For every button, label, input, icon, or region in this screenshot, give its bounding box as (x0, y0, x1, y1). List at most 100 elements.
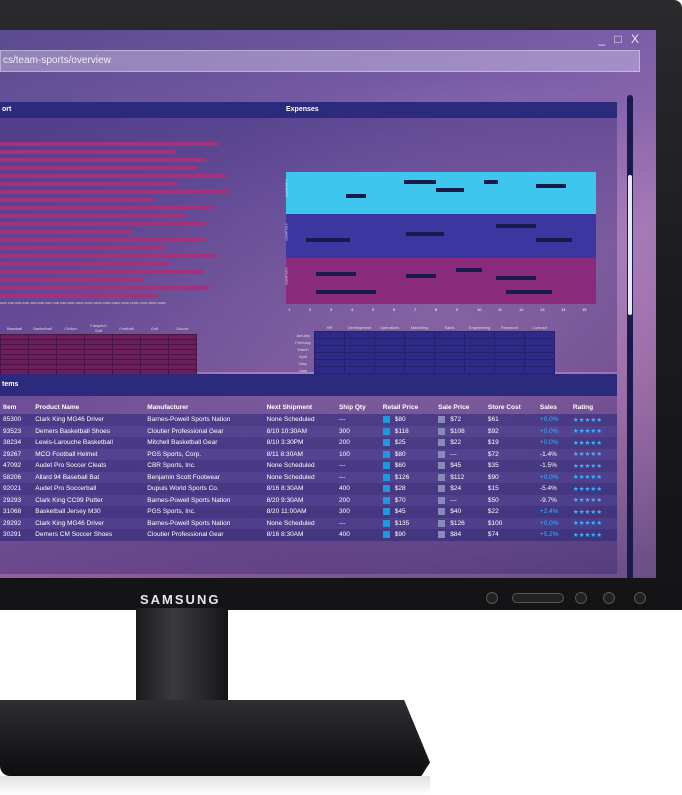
scrollbar-thumb[interactable] (628, 175, 632, 315)
column-header[interactable]: Next Shipment (264, 400, 336, 414)
sales-bar (0, 238, 207, 242)
menu-button[interactable] (486, 592, 498, 604)
quarter-label: QUARTER 1 (284, 267, 289, 285)
table-row[interactable]: 85300 Clark King MG46 Driver Barnes-Powell… (0, 414, 617, 426)
mini-row-label: March (297, 346, 309, 352)
column-header[interactable]: Store Cost (485, 400, 537, 414)
column-header[interactable]: Manufacturer (144, 400, 263, 414)
auto-button[interactable] (603, 592, 615, 604)
sales-bar (0, 278, 144, 282)
sale-swatch (438, 508, 446, 516)
column-header[interactable]: Item (0, 400, 32, 414)
mini-row: May (292, 359, 556, 367)
gantt-bar (404, 180, 436, 184)
rating-stars: ★★★★★ (569, 483, 617, 495)
product-name: Audet Pro Soccerball (32, 483, 145, 495)
retail-price: $80 (379, 448, 436, 460)
sales-bar (0, 294, 159, 298)
product-name: Lewis-Larouche Basketball (32, 437, 145, 449)
column-header[interactable]: Rating (570, 400, 617, 414)
mini-cell (404, 359, 436, 367)
rating-stars: ★★★★★ (569, 506, 617, 518)
sales-change: +0.0% (536, 425, 570, 437)
retail-price: $45 (379, 506, 436, 518)
item-id: 29292 (0, 517, 33, 529)
mini-row-label: February (295, 339, 312, 345)
adjust-rocker[interactable] (512, 593, 564, 603)
address-bar[interactable]: cs/team-sports/overview (0, 50, 640, 72)
sales-panel: ort 0000 1000 2000 3000 4000 5000 6000 7… (0, 102, 272, 375)
sales-change: -5.4% (536, 483, 570, 495)
mini-cell (434, 338, 466, 346)
table-row[interactable]: 29267 MCO Football Helmet PGS Sports, Corp… (0, 448, 617, 460)
column-header[interactable]: Ship Qty (336, 400, 380, 414)
table-row[interactable]: 92021 Audet Pro Soccerball Dupuis World Sp… (0, 483, 617, 495)
power-button[interactable] (634, 592, 646, 604)
sale-swatch (438, 416, 446, 424)
mini-cell (494, 345, 526, 353)
table-row[interactable]: 93523 Demers Basketball Shoes Cloutier Pro… (0, 425, 617, 437)
mini-cell (374, 359, 406, 367)
vertical-scrollbar[interactable] (627, 95, 633, 578)
table-row[interactable]: 58206 Allard 94 Baseball Bat Benjamin Scot… (0, 471, 617, 483)
sale-swatch (438, 427, 446, 435)
gantt-bar (306, 238, 350, 242)
gantt-bar (406, 274, 436, 278)
mini-col-header: Research (500, 325, 519, 330)
mini-cell (404, 338, 436, 346)
gantt-bar (496, 276, 536, 280)
mini-cell (494, 359, 526, 367)
mini-cell (494, 338, 526, 346)
ship-qty: 300 (335, 506, 380, 518)
sales-bar (0, 270, 204, 274)
column-header[interactable]: Sales (537, 400, 570, 414)
mini-cell (314, 366, 346, 374)
rating-stars: ★★★★★ (569, 437, 617, 449)
gantt-axis-number: 5 (372, 307, 375, 312)
mini-cell (314, 352, 346, 360)
mini-row-label: May (299, 360, 307, 366)
manufacturer: Benjamin Scott Footwear (144, 471, 264, 483)
rating-stars: ★★★★★ (569, 529, 617, 541)
items-panel: tems Item Product Name Manufacturer Next Sh… (0, 374, 617, 574)
manufacturer: Barnes-Powell Sports Nation (144, 494, 264, 506)
sales-tick-labels: 0000 1000 2000 3000 4000 5000 6000 7000 … (0, 301, 166, 305)
quarter-label: QUARTER 2 (284, 223, 289, 241)
table-row[interactable]: 31068 Basketball Jersey M30 PGS Sports, In… (0, 506, 617, 518)
table-row[interactable]: 29293 Clark King CC99 Putter Barnes-Powell… (0, 494, 617, 506)
sales-bar (0, 142, 219, 146)
sale-swatch (438, 485, 446, 493)
sales-bar (0, 222, 207, 226)
table-row[interactable]: 47092 Audet Pro Soccer Cleats CBR Sports, … (0, 460, 617, 472)
sales-change: -1.5% (536, 460, 570, 472)
mini-cell (344, 331, 376, 339)
mini-cell (464, 366, 496, 374)
column-header[interactable]: Retail Price (380, 400, 435, 414)
mini-cell (374, 366, 406, 374)
retail-swatch (382, 450, 390, 458)
table-row[interactable]: 30291 Demers CM Soccer Shoes Cloutier Prof… (0, 529, 617, 541)
sale-price: $112 (435, 471, 485, 483)
mini-cell (314, 338, 346, 346)
gantt-lane-q1 (286, 258, 596, 304)
store-cost: $19 (484, 437, 537, 449)
retail-swatch (382, 496, 390, 504)
product-name: Clark King CC99 Putter (32, 494, 145, 506)
sales-bar (0, 286, 209, 290)
source-button[interactable] (575, 592, 587, 604)
mini-row-label: June (298, 367, 308, 373)
retail-swatch (382, 427, 390, 435)
window-controls[interactable]: _ □ X (598, 32, 642, 46)
column-header[interactable]: Product Name (32, 400, 144, 414)
column-header[interactable]: Sale Price (435, 400, 485, 414)
manufacturer: PGS Sports, Inc. (144, 506, 264, 518)
table-row[interactable]: 29292 Clark King MG46 Driver Barnes-Powell… (0, 517, 617, 529)
manufacturer: CBR Sports, Inc. (144, 460, 264, 472)
rating-stars: ★★★★★ (569, 494, 617, 506)
table-row[interactable]: 38234 Lewis-Larouche Basketball Mitchell B… (0, 437, 617, 449)
mini-col-header: Baseball (6, 325, 23, 331)
retail-swatch (382, 462, 390, 470)
mini-cell (494, 352, 526, 360)
manufacturer: Dupuis World Sports Co. (144, 483, 264, 495)
sale-price: --- (435, 494, 485, 506)
